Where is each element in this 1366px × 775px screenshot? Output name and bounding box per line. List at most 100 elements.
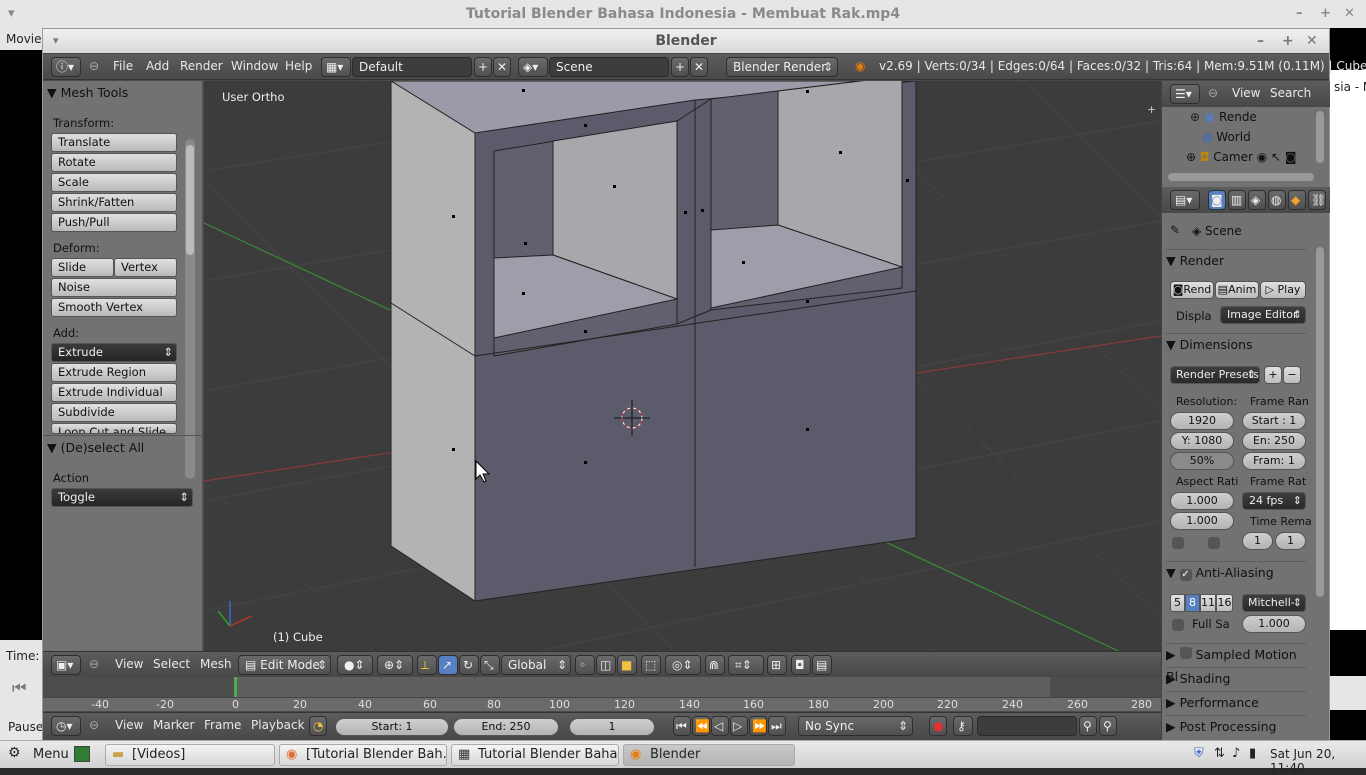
rotate-button[interactable]: Rotate [51,153,177,172]
push-pull-button[interactable]: Push/Pull [51,213,177,232]
end-frame-field[interactable]: End: 250 [453,718,559,736]
menu-window[interactable]: Window [231,59,278,73]
play-button[interactable]: ▷ Play [1260,281,1306,299]
render-presets-dropdown[interactable]: Render Presets ⇕ [1170,366,1260,384]
frame-step-field[interactable]: Fram: 1 [1242,452,1306,470]
frame-menu[interactable]: Frame [204,718,241,732]
scene-browse-icon[interactable]: ◈▾ [518,57,548,77]
full-sample-checkbox[interactable] [1172,619,1184,631]
anti-aliasing-checkbox[interactable]: ✓ [1179,569,1192,581]
terminal-launcher-icon[interactable] [74,746,90,762]
scrollbar-thumb[interactable] [186,145,194,255]
mode-dropdown[interactable]: ▤ Edit Mode ⇕ [238,655,331,675]
settings-gear-icon[interactable]: ⚙ [8,745,21,761]
action-dropdown[interactable]: Toggle ⇕ [51,488,193,507]
delete-layout-icon[interactable]: ✕ [493,57,511,77]
play-icon[interactable]: ▷ [730,716,748,736]
play-reverse-icon[interactable]: ◁ [711,716,729,736]
menu-file[interactable]: File [113,59,133,73]
menu-add[interactable]: Add [146,59,169,73]
snap-element-dropdown[interactable]: ⌗⇕ [728,655,764,675]
animation-button[interactable]: ▤Anim [1215,281,1259,299]
extrude-region-button[interactable]: Extrude Region [51,363,177,382]
operator-panel-header[interactable]: ▼ (De)select All [47,440,144,455]
render-still-icon[interactable]: ◘ [791,655,811,675]
editor-type-outliner-icon[interactable]: ☰▾ [1170,84,1200,104]
timeline-area[interactable]: -40 -20 0 20 40 60 80 100 120 140 160 18… [43,677,1161,711]
task-tutorial-browser[interactable]: ◉ [Tutorial Blender Bah... [279,744,447,766]
render-context-icon[interactable]: ◙ [1208,190,1226,210]
outer-close-icon[interactable]: ✕ [1344,0,1355,28]
aa-samples-16[interactable]: 16 [1216,594,1233,612]
jump-end-icon[interactable]: ⏭ [768,716,786,736]
proportional-edit-dropdown[interactable]: ◎⇕ [665,655,701,675]
delete-keyframe-icon[interactable]: ⚲ [1099,716,1117,736]
visibility-eye-icon[interactable]: ◉ [1253,150,1267,164]
blender-close-icon[interactable]: ✕ [1306,29,1318,53]
insert-keyframe-icon[interactable]: ⚲ [1079,716,1097,736]
editor-type-timeline-icon[interactable]: ◷▾ [51,716,81,736]
editor-type-properties-icon[interactable]: ▤▾ [1170,190,1200,210]
crop-checkbox[interactable] [1208,537,1220,549]
pin-icon[interactable]: ✎ [1170,223,1180,237]
mesh-menu[interactable]: Mesh [200,657,232,671]
render-layers-context-icon[interactable]: ▥ [1228,190,1246,210]
screen-layout-icon[interactable]: ▦▾ [321,57,351,77]
add-preset-icon[interactable]: + [1264,366,1282,384]
anti-aliasing-panel-header[interactable]: ▼ ✓ Anti-Aliasing [1166,561,1306,583]
editor-type-info-icon[interactable]: ⓘ▾ [51,57,81,77]
remove-preset-icon[interactable]: − [1283,366,1301,384]
scene-context-icon[interactable]: ◈ [1248,190,1266,210]
outliner-item-camera[interactable]: ⊕ ◘ Camer ◉ ↖ ◙ [1186,150,1297,164]
render-button[interactable]: ◙Rend [1170,281,1214,299]
scale-button[interactable]: Scale [51,173,177,192]
update-shield-icon[interactable]: ⛨ [1194,746,1204,761]
motion-blur-checkbox[interactable] [1179,647,1192,659]
add-layout-icon[interactable]: + [474,57,492,77]
outer-skip-back-icon[interactable]: ⏮ [12,678,26,698]
motion-blur-panel-header[interactable]: ▶ Sampled Motion Bl [1166,643,1306,684]
face-select-icon[interactable]: ■ [617,655,637,675]
extrude-dropdown[interactable]: Extrude ⇕ [51,343,177,362]
edge-select-icon[interactable]: ◫ [596,655,616,675]
shelf-mesh[interactable] [390,81,917,602]
frame-end-field[interactable]: En: 250 [1242,432,1306,450]
render-engine-dropdown[interactable]: Blender Render ⇕ [726,57,838,77]
object-context-icon[interactable]: ◆ [1288,190,1306,210]
pivot-point-dropdown[interactable]: ⊕⇕ [377,655,413,675]
resolution-y-field[interactable]: Y: 1080 [1170,432,1234,450]
shading-panel-header[interactable]: ▶ Shading [1166,667,1306,689]
task-tutorial-video[interactable]: ▦ Tutorial Blender Baha... [451,744,619,766]
preview-range-icon[interactable]: ◔ [309,716,327,736]
timeline-view-menu[interactable]: View [115,718,143,732]
outer-menu-movie[interactable]: Movie [0,28,42,50]
orientation-dropdown[interactable]: Global ⇕ [501,655,571,675]
aa-samples-11[interactable]: 11 [1200,594,1216,612]
blender-maximize-icon[interactable]: + [1282,29,1294,53]
outliner-hscrollbar[interactable] [1168,173,1314,181]
outer-menu-chevron-icon[interactable]: ▾ [8,0,15,28]
scale-manipulator-icon[interactable]: ⤡ [480,655,500,675]
aa-size-field[interactable]: 1.000 [1242,615,1306,633]
viewport-shading-dropdown[interactable]: ●⇕ [337,655,373,675]
clock[interactable]: Sat Jun 20, 11:40 [1270,747,1366,775]
snap-target-icon[interactable]: ⊞ [767,655,787,675]
outer-maximize-icon[interactable]: + [1320,0,1331,28]
viewport-plus-icon[interactable]: + [1147,103,1156,116]
smooth-vertex-button[interactable]: Smooth Vertex [51,298,177,317]
aspect-x-field[interactable]: 1.000 [1170,492,1234,510]
volume-icon[interactable]: ♪ [1232,746,1240,761]
collapse-menu-icon[interactable]: ⊖ [89,718,99,732]
loop-cut-button[interactable]: Loop Cut and Slide [51,423,177,434]
manipulator-toggle-icon[interactable]: ⟂ [417,655,437,675]
collapse-menu-icon[interactable]: ⊖ [89,657,99,671]
add-scene-icon[interactable]: + [671,57,689,77]
current-frame-marker[interactable] [234,677,237,697]
noise-button[interactable]: Noise [51,278,177,297]
outliner-view-menu[interactable]: View [1232,86,1260,100]
viewport-canvas[interactable] [204,81,1161,651]
next-keyframe-icon[interactable]: ⏩ [749,716,767,736]
extrude-individual-button[interactable]: Extrude Individual [51,383,177,402]
outliner-vscrollbar[interactable] [1316,111,1324,163]
blender-window-menu-icon[interactable]: ▾ [53,29,59,53]
